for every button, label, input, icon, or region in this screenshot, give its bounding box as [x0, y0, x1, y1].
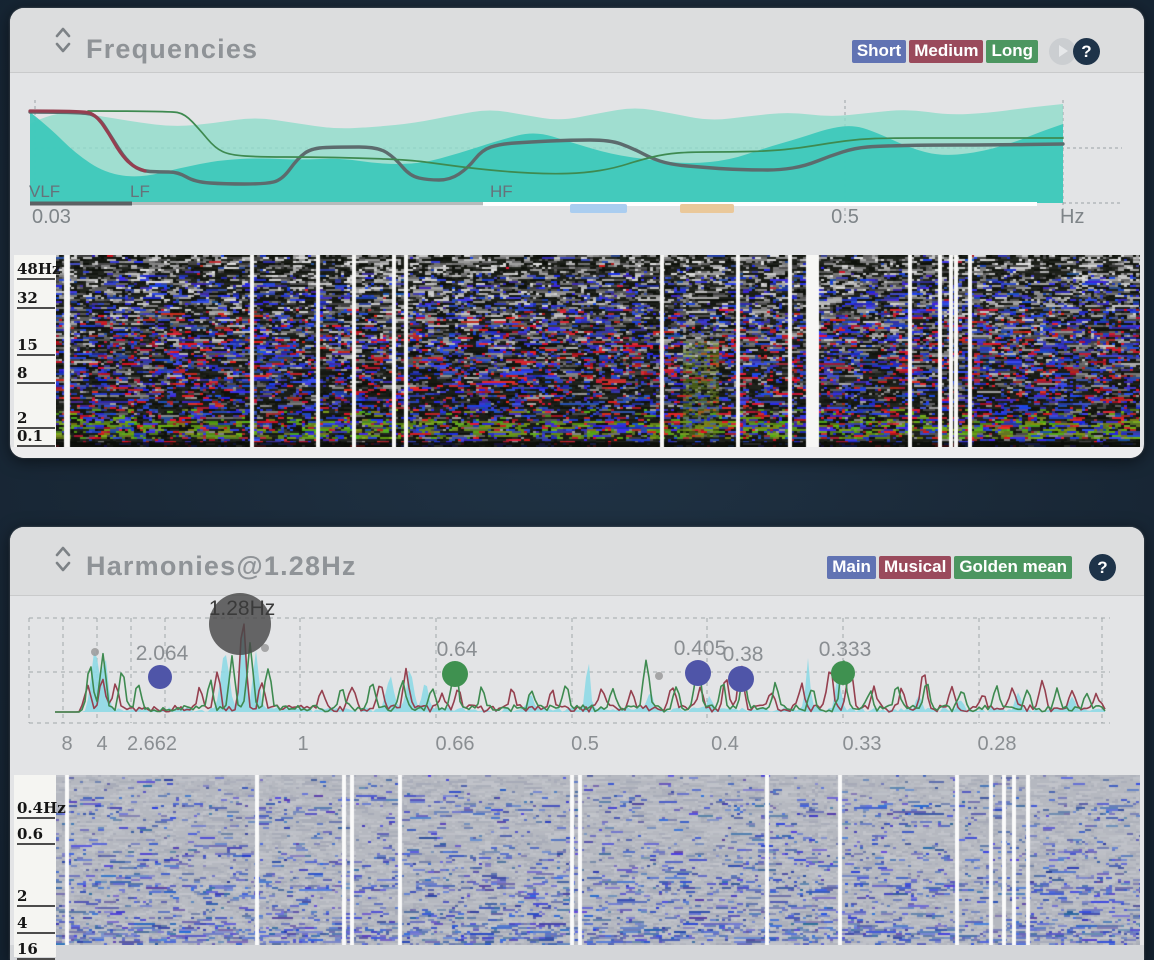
frequencies-panel-footer: [10, 447, 1144, 458]
harmonic-marker[interactable]: [148, 665, 172, 689]
spectrogram-y-tick: 2: [17, 888, 55, 907]
hf-strip: [483, 202, 1037, 206]
minor-peak-dot: [655, 672, 663, 680]
legend-badge-main[interactable]: Main: [827, 556, 876, 579]
spectrogram-y-tick: 15: [17, 337, 55, 356]
harmonies-title: Harmonies@1.28Hz: [86, 551, 357, 582]
x-tick-label: 8: [61, 733, 72, 755]
spectrogram-y-tick: 48Hz: [17, 261, 55, 280]
harmonics-chart[interactable]: 1.28Hz 2.064 0.64 0.4050.38 0.333 8 4 2.662 1 0.6…: [10, 585, 1144, 762]
peak-label: 0.38: [723, 643, 764, 666]
band-label-vlf: VLF: [29, 182, 60, 201]
frequencies-header: Frequencies Short Medium Long ?: [10, 8, 1144, 73]
x-tick-label: 0.33: [843, 733, 882, 755]
help-button[interactable]: ?: [1073, 38, 1100, 65]
peak-label: 0.405: [674, 637, 727, 660]
frequencies-title: Frequencies: [86, 34, 258, 65]
spectrogram-y-tick: 32: [17, 290, 55, 309]
spectrogram-y-tick: 0.1: [17, 428, 55, 447]
harmonic-marker[interactable]: [728, 666, 754, 692]
frequencies-spectrogram: [56, 255, 1140, 447]
x-tick-label: 0.66: [436, 733, 475, 755]
x-tick-label: 0.03: [32, 206, 71, 228]
peak-label: 0.64: [437, 638, 478, 661]
x-tick-label: 0.28: [978, 733, 1017, 755]
app-background: { "app": { "background_color": "#1a2938"…: [0, 0, 1154, 960]
band-label-lf: LF: [130, 182, 150, 201]
frequencies-legend: Short Medium Long ?: [852, 38, 1100, 65]
spectrogram-y-tick: 0.4Hz: [17, 800, 55, 819]
peak-label: 2.064: [136, 642, 189, 665]
x-tick-label: 0.5: [571, 733, 599, 755]
spectrogram-y-tick: 16: [17, 941, 55, 960]
harmonic-marker[interactable]: [831, 661, 855, 685]
peak-label: 0.333: [819, 638, 872, 661]
spectrogram-y-tick: 4: [17, 915, 55, 934]
play-icon: [1059, 45, 1068, 57]
help-button[interactable]: ?: [1089, 554, 1116, 581]
blue-range-chip[interactable]: [570, 204, 627, 213]
minor-peak-dot: [91, 648, 99, 656]
legend-badge-golden-mean[interactable]: Golden mean: [954, 556, 1072, 579]
x-tick-label: 4: [96, 733, 107, 755]
collapse-toggle-icon[interactable]: [54, 545, 72, 573]
frequencies-spectrogram-axis: 48Hz3215820.1: [14, 255, 56, 447]
harmonic-marker[interactable]: [685, 660, 711, 686]
x-tick-label: 2.662: [127, 733, 177, 755]
harmonies-spectrogram: [56, 775, 1140, 945]
spectrogram-y-tick: 8: [17, 365, 55, 384]
harmonies-legend: Main Musical Golden mean ?: [827, 554, 1116, 581]
harmonies-spectrogram-axis: 0.4Hz 0.6 2 4 16: [14, 775, 56, 957]
band-label-hf: HF: [490, 182, 513, 201]
orange-range-chip[interactable]: [680, 204, 734, 213]
lf-strip: [132, 202, 483, 205]
frequencies-panel: Frequencies Short Medium Long ? VLF LF HF 0…: [10, 8, 1144, 458]
x-tick-label: Hz: [1060, 206, 1084, 228]
harmonic-marker[interactable]: [442, 661, 468, 687]
legend-badge-musical[interactable]: Musical: [879, 556, 951, 579]
vlf-strip: [30, 202, 132, 206]
peak-label: 1.28Hz: [209, 597, 276, 620]
legend-badge-long[interactable]: Long: [986, 40, 1038, 63]
legend-badge-medium[interactable]: Medium: [909, 40, 983, 63]
harmonies-panel-footer: [10, 945, 1144, 960]
collapse-toggle-icon[interactable]: [54, 26, 72, 54]
x-tick-label: 0.5: [831, 206, 859, 228]
frequencies-spectrum-chart[interactable]: VLF LF HF 0.03 0.5 Hz: [10, 98, 1144, 230]
spectrogram-y-tick: 0.6: [17, 826, 55, 845]
harmonies-panel: Harmonies@1.28Hz Main Musical Golden mea…: [10, 527, 1144, 960]
x-tick-label: 1: [297, 733, 308, 755]
play-button[interactable]: [1049, 38, 1076, 65]
x-tick-label: 0.4: [711, 733, 739, 755]
legend-badge-short[interactable]: Short: [852, 40, 906, 63]
